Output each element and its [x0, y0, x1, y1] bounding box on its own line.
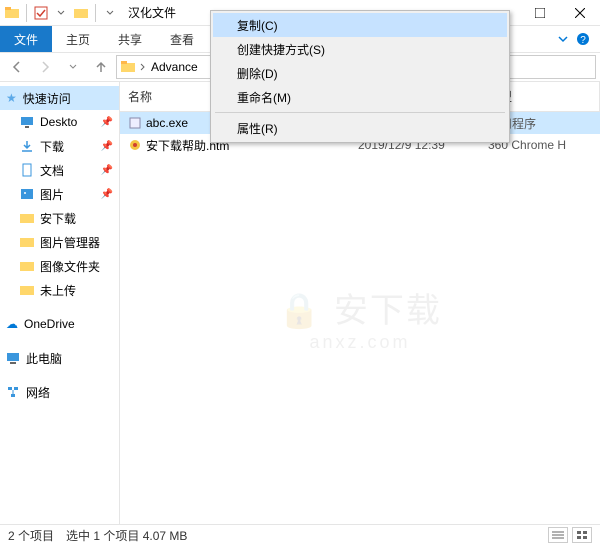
exe-icon: [128, 116, 142, 130]
folder-small-icon: [73, 5, 89, 21]
breadcrumb-text[interactable]: Advance: [151, 60, 198, 74]
sidebar-item-label: 未上传: [40, 282, 76, 299]
ctx-create-shortcut[interactable]: 创建快捷方式(S): [213, 37, 507, 61]
ribbon-right: ?: [558, 26, 600, 52]
pin-icon: 📌: [101, 165, 113, 176]
sidebar-item-folder[interactable]: 图片管理器: [0, 230, 119, 254]
desktop-icon: [20, 115, 34, 129]
quick-access-toolbar: [0, 4, 122, 22]
ctx-copy[interactable]: 复制(C): [213, 13, 507, 37]
folder-icon: [20, 259, 34, 273]
maximize-button[interactable]: [520, 0, 560, 26]
pin-icon: 📌: [101, 117, 113, 128]
sidebar-item-label: 安下载: [40, 210, 76, 227]
sidebar-item-label: 图片: [40, 186, 64, 203]
document-icon: [20, 163, 34, 177]
sidebar-item-label: Deskto: [40, 115, 77, 129]
tab-file[interactable]: 文件: [0, 26, 52, 52]
sidebar-item-downloads[interactable]: 下载 📌: [0, 134, 119, 158]
pc-icon: [6, 351, 20, 365]
view-icons-button[interactable]: [572, 527, 592, 543]
ctx-label: 属性(R): [237, 120, 278, 137]
sidebar-item-label: OneDrive: [24, 317, 75, 331]
folder-icon: [20, 235, 34, 249]
ctx-label: 复制(C): [237, 17, 278, 34]
sidebar-item-desktop[interactable]: Deskto 📌: [0, 110, 119, 134]
star-icon: ★: [6, 91, 17, 105]
sidebar-item-label: 图像文件夹: [40, 258, 100, 275]
sidebar: ★ 快速访问 Deskto 📌 下载 📌 文档 📌 图片 📌 安下载 图片管理器 图像文…: [0, 82, 120, 524]
ctx-delete[interactable]: 删除(D): [213, 61, 507, 85]
ctx-properties[interactable]: 属性(R): [213, 116, 507, 140]
dropdown-icon[interactable]: [53, 5, 69, 21]
watermark-text: 🔒 安下载: [278, 283, 442, 332]
status-bar: 2 个项目 选中 1 个项目 4.07 MB: [0, 524, 600, 545]
sidebar-item-documents[interactable]: 文档 📌: [0, 158, 119, 182]
status-selection: 选中 1 个项目 4.07 MB: [66, 527, 187, 544]
separator: [26, 4, 27, 22]
view-switcher: [548, 527, 592, 543]
column-label: 名称: [128, 88, 152, 105]
watermark: 🔒 安下载 anxz.com: [278, 283, 442, 353]
network-icon: [6, 385, 20, 399]
tab-label: 查看: [170, 31, 194, 48]
tab-share[interactable]: 共享: [104, 26, 156, 52]
ctx-rename[interactable]: 重命名(M): [213, 85, 507, 109]
pin-icon: 📌: [101, 189, 113, 200]
dropdown-icon[interactable]: [102, 5, 118, 21]
sidebar-item-label: 下载: [40, 138, 64, 155]
ctx-label: 删除(D): [237, 65, 278, 82]
close-button[interactable]: [560, 0, 600, 26]
svg-text:?: ?: [580, 35, 586, 46]
chevron-down-icon[interactable]: [558, 34, 568, 44]
window-title: 汉化文件: [122, 4, 176, 21]
folder-icon: [20, 283, 34, 297]
recent-dropdown[interactable]: [60, 54, 86, 80]
watermark-url: anxz.com: [278, 332, 442, 353]
sidebar-network[interactable]: 网络: [0, 380, 119, 404]
file-name: abc.exe: [146, 116, 188, 130]
file-list: 名称 修改日期 类型 abc.exe 2020/1/19 13:42 应用程序 …: [120, 82, 600, 524]
download-icon: [20, 139, 34, 153]
sidebar-item-label: 此电脑: [26, 350, 62, 367]
sidebar-thispc[interactable]: 此电脑: [0, 346, 119, 370]
sidebar-item-folder[interactable]: 安下载: [0, 206, 119, 230]
file-rows: abc.exe 2020/1/19 13:42 应用程序 安下载帮助.htm 2…: [120, 112, 600, 524]
sidebar-quick-access[interactable]: ★ 快速访问: [0, 86, 119, 110]
picture-icon: [20, 187, 34, 201]
ctx-label: 重命名(M): [237, 89, 291, 106]
pin-icon: 📌: [101, 141, 113, 152]
tab-home[interactable]: 主页: [52, 26, 104, 52]
view-details-button[interactable]: [548, 527, 568, 543]
checkbox-icon[interactable]: [33, 5, 49, 21]
tab-label: 文件: [14, 31, 38, 48]
forward-button[interactable]: [32, 54, 58, 80]
sidebar-onedrive[interactable]: ☁ OneDrive: [0, 312, 119, 336]
chevron-right-icon[interactable]: [139, 63, 147, 71]
sidebar-item-label: 文档: [40, 162, 64, 179]
sidebar-item-label: 快速访问: [23, 90, 71, 107]
body: ★ 快速访问 Deskto 📌 下载 📌 文档 📌 图片 📌 安下载 图片管理器 图像文…: [0, 82, 600, 524]
ctx-label: 创建快捷方式(S): [237, 41, 325, 58]
tab-view[interactable]: 查看: [156, 26, 208, 52]
tab-label: 共享: [118, 31, 142, 48]
up-button[interactable]: [88, 54, 114, 80]
folder-icon: [121, 60, 135, 74]
separator: [95, 4, 96, 22]
separator: [215, 112, 505, 113]
status-item-count: 2 个项目: [8, 527, 54, 544]
folder-icon: [4, 5, 20, 21]
cloud-icon: ☁: [6, 317, 18, 331]
context-menu: 复制(C) 创建快捷方式(S) 删除(D) 重命名(M) 属性(R): [210, 10, 510, 143]
sidebar-item-folder[interactable]: 未上传: [0, 278, 119, 302]
sidebar-item-pictures[interactable]: 图片 📌: [0, 182, 119, 206]
htm-icon: [128, 138, 142, 152]
sidebar-item-folder[interactable]: 图像文件夹: [0, 254, 119, 278]
folder-icon: [20, 211, 34, 225]
back-button[interactable]: [4, 54, 30, 80]
sidebar-item-label: 网络: [26, 384, 50, 401]
sidebar-item-label: 图片管理器: [40, 234, 100, 251]
tab-label: 主页: [66, 31, 90, 48]
help-icon[interactable]: ?: [576, 32, 590, 46]
